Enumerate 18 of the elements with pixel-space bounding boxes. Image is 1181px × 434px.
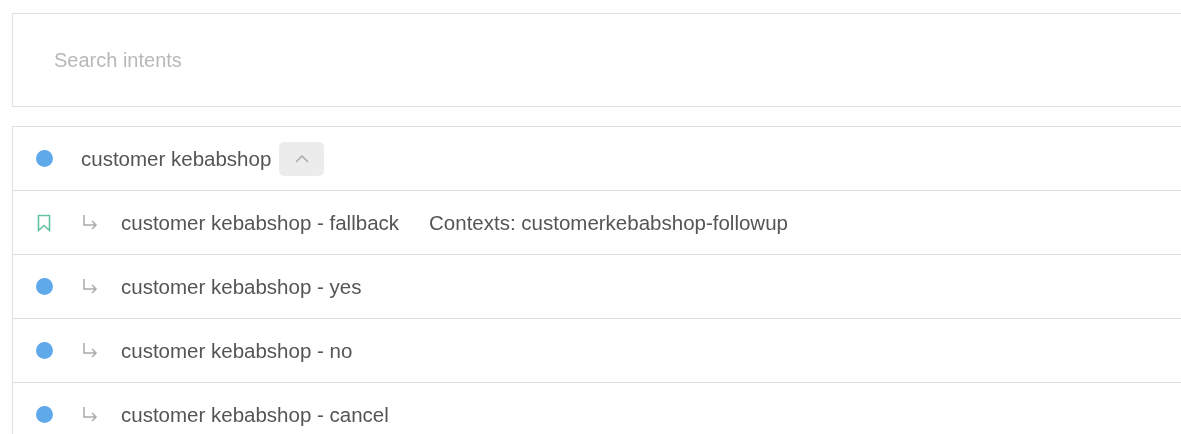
chevron-icon [293,153,310,164]
child-arrow-icon [81,405,99,424]
intent-name[interactable]: customer kebabshop - no [121,338,353,363]
intent-name[interactable]: customer kebabshop [81,146,272,171]
intent-name[interactable]: customer kebabshop - fallback [121,210,400,235]
intent-name[interactable]: customer kebabshop - yes [121,274,362,299]
child-arrow-icon [81,213,99,232]
status-dot [35,406,53,423]
status-dot [35,150,53,167]
child-arrow-icon [81,341,99,360]
intent-contexts: Contexts: customerkebabshop-followup [429,210,788,235]
bookmark-icon [37,213,51,232]
status-dot [35,278,53,295]
collapse-toggle[interactable] [279,141,325,176]
intent-name[interactable]: customer kebabshop - cancel [121,402,389,427]
search-field[interactable]: Search intents [12,13,1181,107]
child-arrow-icon [81,277,99,296]
status-dot [35,342,53,359]
